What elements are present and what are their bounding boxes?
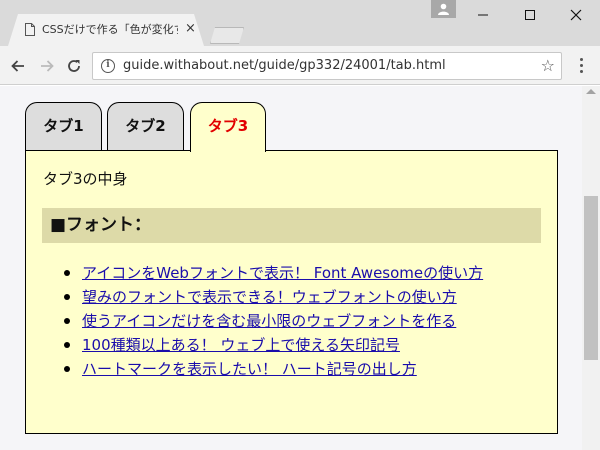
document-icon bbox=[25, 23, 35, 36]
browser-tab-active[interactable]: CSSだけで作る「色が変化す × bbox=[8, 14, 204, 46]
address-url[interactable]: guide.withabout.net/guide/gp332/24001/ta… bbox=[123, 58, 446, 74]
link-heart-symbols[interactable]: ハートマークを表示したい！ ハート記号の出し方 bbox=[82, 358, 417, 380]
browser-tab-title: CSSだけで作る「色が変化す bbox=[42, 23, 178, 36]
reload-icon[interactable] bbox=[64, 56, 84, 76]
back-icon[interactable] bbox=[8, 56, 28, 76]
scroll-up-arrow-icon[interactable] bbox=[586, 89, 596, 94]
forward-icon[interactable] bbox=[37, 56, 57, 76]
tab-1[interactable]: タブ1 bbox=[25, 102, 102, 152]
panel-heading: タブ3の中身 bbox=[43, 170, 128, 188]
bullet-icon bbox=[64, 366, 70, 372]
bullet-icon bbox=[64, 294, 70, 300]
link-arrow-symbols[interactable]: 100種類以上ある！ ウェブ上で使える矢印記号 bbox=[82, 334, 400, 356]
bookmark-star-icon[interactable]: ☆ bbox=[541, 56, 555, 76]
link-web-font[interactable]: 望みのフォントで表示できる！ウェブフォントの使い方 bbox=[82, 286, 457, 308]
profile-icon[interactable] bbox=[431, 0, 456, 18]
tab-3[interactable]: タブ3 bbox=[190, 102, 266, 152]
address-bar[interactable]: i guide.withabout.net/guide/gp332/24001/… bbox=[92, 52, 562, 80]
minimize-button[interactable] bbox=[460, 0, 506, 30]
maximize-button[interactable] bbox=[507, 0, 553, 30]
window-close-button[interactable] bbox=[553, 0, 599, 30]
tab-close-icon[interactable]: × bbox=[185, 21, 196, 37]
bullet-icon bbox=[64, 342, 70, 348]
info-icon[interactable]: i bbox=[101, 59, 115, 73]
section-title: ■フォント： bbox=[50, 215, 152, 235]
section-header: ■フォント： bbox=[42, 208, 541, 243]
menu-icon[interactable] bbox=[576, 55, 586, 77]
bullet-icon bbox=[64, 318, 70, 324]
tab-panel: タブ3の中身 ■フォント： アイコンをWebフォントで表示！ Font Awes… bbox=[25, 150, 558, 434]
new-tab-button[interactable] bbox=[210, 27, 244, 44]
link-minimal-web-font[interactable]: 使うアイコンだけを含む最小限のウェブフォントを作る bbox=[82, 310, 456, 332]
link-font-awesome[interactable]: アイコンをWebフォントで表示！ Font Awesomeの使い方 bbox=[82, 262, 483, 284]
vertical-scrollbar[interactable] bbox=[582, 86, 600, 450]
tab-2[interactable]: タブ2 bbox=[107, 102, 184, 152]
scroll-thumb[interactable] bbox=[584, 196, 598, 360]
bullet-icon bbox=[64, 270, 70, 276]
